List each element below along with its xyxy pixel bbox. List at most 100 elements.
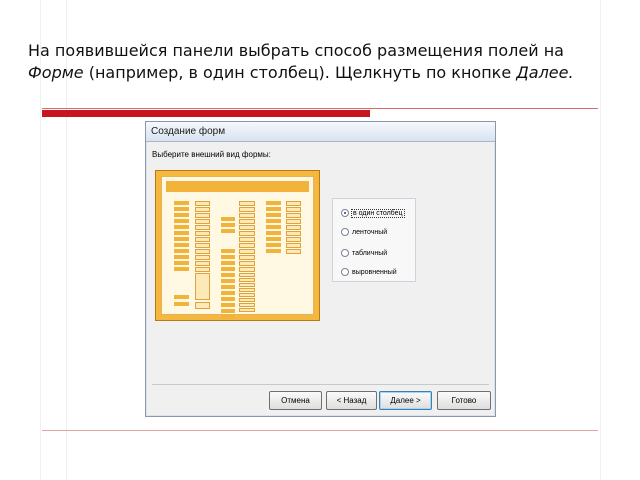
preview-field-block bbox=[239, 288, 255, 292]
preview-label-block bbox=[174, 261, 189, 265]
layout-option-group: в один столбец ленточный табличный выров… bbox=[332, 198, 416, 282]
slide-caption: На появившейся панели выбрать способ раз… bbox=[28, 40, 618, 84]
preview-field-block bbox=[239, 267, 255, 272]
caption-text-1: На появившейся панели выбрать способ раз… bbox=[28, 41, 564, 60]
option-tabular[interactable]: табличный bbox=[341, 247, 387, 259]
preview-field-block bbox=[195, 302, 210, 309]
preview-label-block bbox=[221, 217, 235, 221]
preview-field-block bbox=[286, 207, 301, 212]
preview-field-block bbox=[195, 267, 210, 272]
dialog-titlebar[interactable]: Создание форм bbox=[146, 122, 495, 142]
preview-label-block bbox=[221, 291, 235, 295]
preview-field-block bbox=[239, 283, 255, 287]
radio-icon bbox=[341, 268, 349, 276]
preview-field-block bbox=[239, 237, 255, 242]
preview-label-block bbox=[266, 219, 281, 223]
caption-next-word: Далее. bbox=[516, 63, 574, 82]
preview-field-block bbox=[286, 201, 301, 206]
preview-label-block bbox=[174, 302, 189, 306]
layout-heading: Выберите внешний вид формы: bbox=[152, 150, 271, 159]
preview-field-block bbox=[239, 273, 255, 277]
preview-label-block bbox=[221, 309, 235, 313]
layout-preview bbox=[155, 170, 320, 321]
preview-label-block bbox=[174, 219, 189, 223]
preview-header-bar bbox=[166, 181, 309, 192]
form-wizard-dialog: Создание форм Выберите внешний вид формы… bbox=[145, 121, 496, 417]
radio-selected-icon bbox=[341, 209, 349, 217]
preview-field-block bbox=[239, 219, 255, 224]
preview-field-block bbox=[239, 303, 255, 307]
preview-label-block bbox=[221, 223, 235, 227]
preview-field-block bbox=[195, 225, 210, 230]
preview-label-block bbox=[221, 315, 235, 319]
accent-bar bbox=[42, 110, 370, 117]
preview-label-block bbox=[174, 249, 189, 253]
preview-field-block bbox=[195, 255, 210, 260]
option-label: в один столбец bbox=[351, 208, 405, 218]
preview-label-block bbox=[174, 255, 189, 259]
dialog-title: Создание форм bbox=[151, 126, 226, 137]
caption-text-2: (например, в один столбец). Щелкнуть по … bbox=[83, 63, 517, 82]
preview-memo-field bbox=[195, 273, 210, 300]
preview-field-block bbox=[286, 213, 301, 218]
preview-label-block bbox=[221, 255, 235, 259]
preview-field-block bbox=[286, 225, 301, 230]
divider-line-bottom bbox=[42, 430, 598, 431]
next-button[interactable]: Далее > bbox=[379, 391, 432, 410]
option-label: ленточный bbox=[352, 228, 388, 236]
preview-label-block bbox=[221, 261, 235, 265]
radio-icon bbox=[341, 249, 349, 257]
preview-label-block bbox=[174, 231, 189, 235]
preview-field-block bbox=[195, 261, 210, 266]
preview-label-block bbox=[266, 201, 281, 205]
preview-field-block bbox=[286, 231, 301, 236]
preview-field-block bbox=[239, 298, 255, 302]
preview-label-block bbox=[174, 213, 189, 217]
preview-label-block bbox=[266, 207, 281, 211]
preview-label-block bbox=[266, 243, 281, 247]
preview-label-block bbox=[174, 225, 189, 229]
preview-label-block bbox=[266, 231, 281, 235]
preview-field-block bbox=[195, 201, 210, 206]
caption-form-word: Форме bbox=[28, 63, 84, 82]
preview-label-block bbox=[221, 267, 235, 271]
preview-field-block bbox=[195, 237, 210, 242]
preview-field-block bbox=[239, 243, 255, 248]
preview-field-block bbox=[195, 231, 210, 236]
preview-label-block bbox=[266, 225, 281, 229]
back-button[interactable]: < Назад bbox=[326, 391, 377, 410]
preview-label-block bbox=[221, 229, 235, 233]
divider-line-top bbox=[42, 108, 598, 109]
preview-label-block bbox=[221, 285, 235, 289]
cancel-button[interactable]: Отмена bbox=[269, 391, 322, 410]
preview-field-block bbox=[286, 249, 301, 254]
button-separator bbox=[152, 384, 489, 385]
preview-label-block bbox=[266, 237, 281, 241]
preview-field-block bbox=[286, 243, 301, 248]
preview-field-block bbox=[286, 237, 301, 242]
preview-label-block bbox=[174, 201, 189, 205]
preview-field-block bbox=[239, 261, 255, 266]
preview-field-block bbox=[239, 231, 255, 236]
preview-label-block bbox=[221, 249, 235, 253]
preview-field-block bbox=[239, 308, 255, 312]
preview-field-block bbox=[239, 255, 255, 260]
option-justified[interactable]: выровненный bbox=[341, 266, 397, 278]
preview-label-block bbox=[174, 243, 189, 247]
preview-label-block bbox=[266, 213, 281, 217]
preview-field-block bbox=[239, 207, 255, 212]
finish-button[interactable]: Готово bbox=[437, 391, 491, 410]
preview-field-block bbox=[195, 207, 210, 212]
preview-field-block bbox=[286, 219, 301, 224]
preview-field-block bbox=[195, 213, 210, 218]
preview-label-block bbox=[174, 237, 189, 241]
option-label: табличный bbox=[352, 249, 388, 257]
option-ribbon[interactable]: ленточный bbox=[341, 226, 387, 238]
preview-field-block bbox=[239, 225, 255, 230]
preview-field-block bbox=[195, 249, 210, 254]
preview-label-block bbox=[174, 295, 189, 299]
preview-field-block bbox=[239, 213, 255, 218]
preview-label-block bbox=[221, 273, 235, 277]
preview-label-block bbox=[221, 297, 235, 301]
option-single-column[interactable]: в один столбец bbox=[341, 207, 405, 219]
